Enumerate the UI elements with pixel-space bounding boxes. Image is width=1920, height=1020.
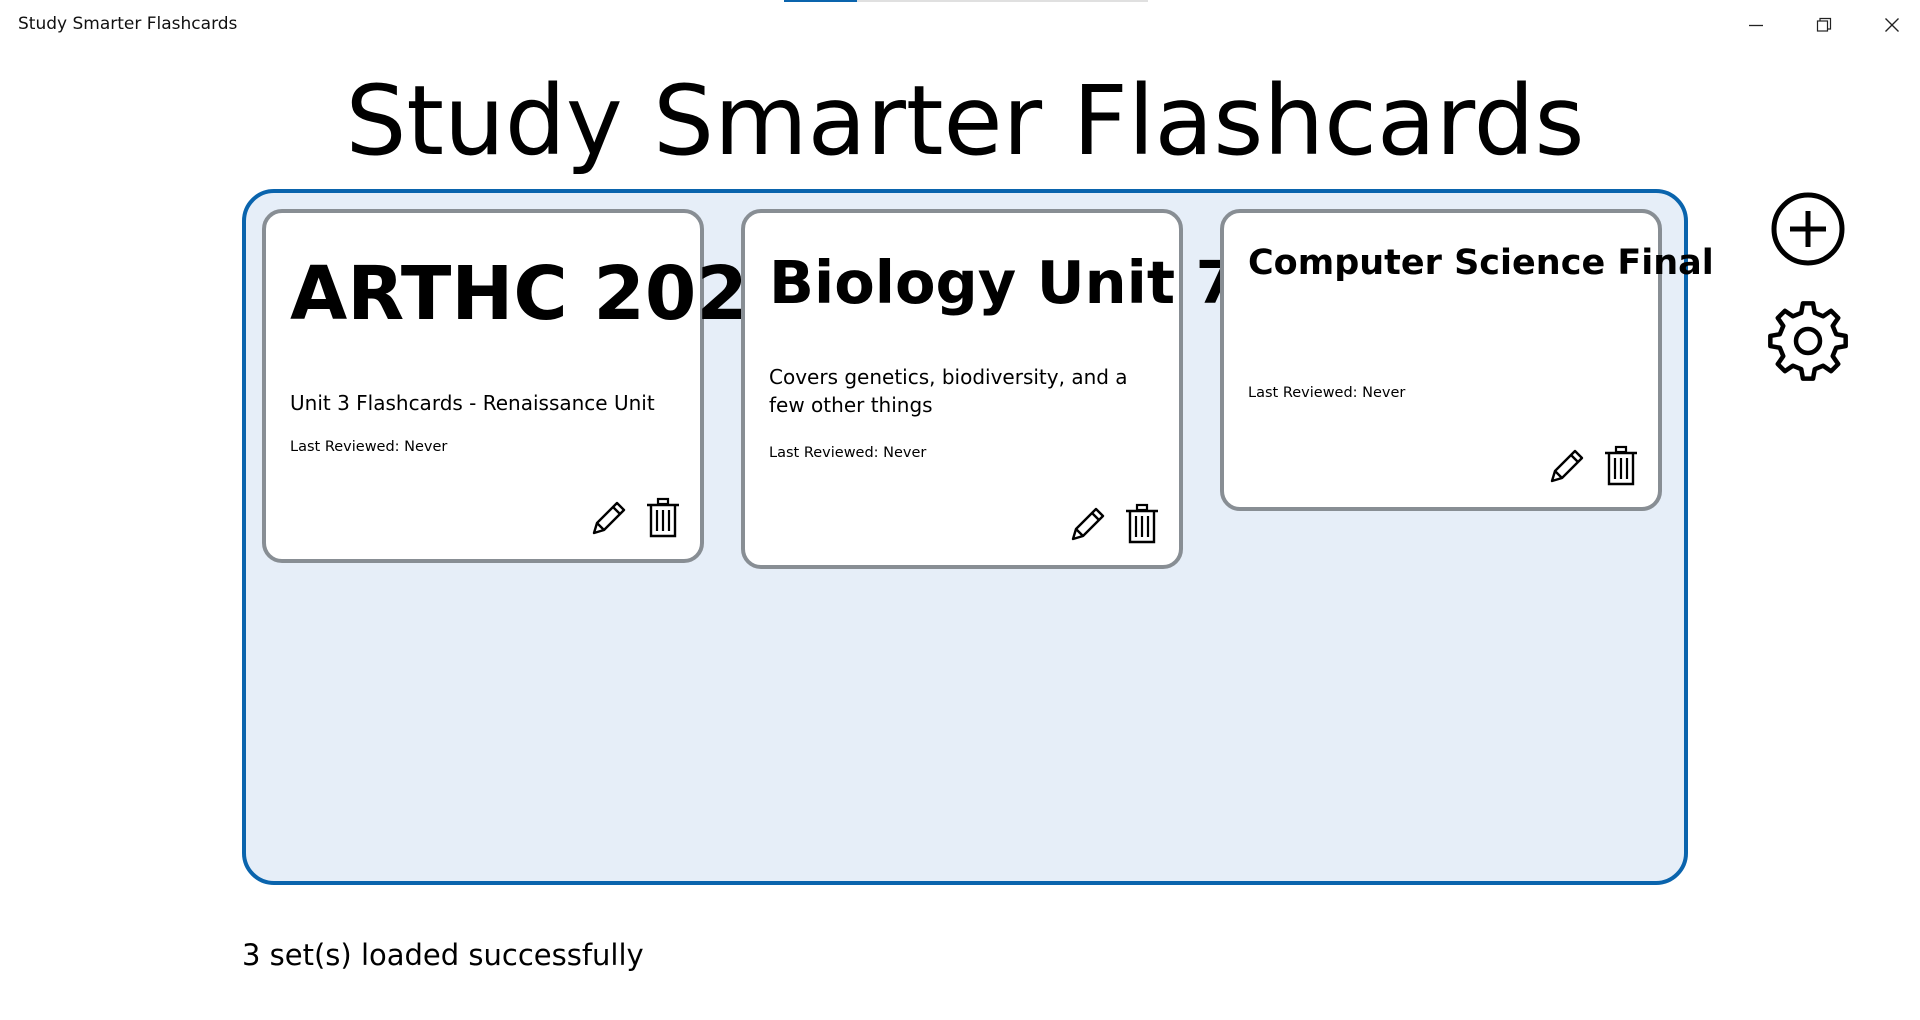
pencil-icon [1550,449,1584,483]
status-message: 3 set(s) loaded successfully [242,938,644,972]
minimize-button[interactable] [1722,0,1790,50]
set-title: Computer Science Final [1248,243,1714,283]
close-icon [1885,18,1899,32]
page-title: Study Smarter Flashcards [345,65,1585,177]
loading-progress-fill [784,0,857,2]
flashcard-set-card[interactable]: ARTHC 202 Unit 3 Flashcards - Renaissanc… [262,209,748,563]
pencil-icon [592,501,626,535]
set-last-reviewed: Last Reviewed: Never [290,439,448,455]
restore-button[interactable] [1790,0,1858,50]
flashcard-sets-panel: ARTHC 202 Unit 3 Flashcards - Renaissanc… [242,189,1714,885]
title-bar: Study Smarter Flashcards [0,0,1920,50]
set-last-reviewed: Last Reviewed: Never [1248,385,1406,401]
add-set-button[interactable] [1770,191,1846,267]
trash-icon [1126,503,1158,544]
pencil-icon [1071,507,1105,541]
set-last-reviewed: Last Reviewed: Never [769,445,927,461]
set-description: Unit 3 Flashcards - Renaissance Unit [290,391,655,415]
flashcard-set-card[interactable]: Computer Science Final Last Reviewed: Ne… [1220,209,1714,511]
settings-button[interactable] [1766,299,1850,383]
set-title: Biology Unit 7 [769,248,1237,317]
close-button[interactable] [1858,0,1920,50]
window-title: Study Smarter Flashcards [18,14,238,34]
gear-icon [1768,301,1848,381]
minimize-icon [1749,24,1763,27]
edit-set-button[interactable] [1067,503,1109,545]
restore-icon [1816,17,1832,32]
loading-progress-bar [784,0,1148,2]
set-description: Covers genetics, biodiversity, and a few… [769,365,1128,417]
trash-icon [647,497,679,538]
delete-set-button[interactable] [642,497,684,539]
delete-set-button[interactable] [1600,445,1642,487]
trash-icon [1605,445,1637,486]
edit-set-button[interactable] [1546,445,1588,487]
flashcard-set-card[interactable]: Biology Unit 7 Covers genetics, biodiver… [741,209,1237,569]
delete-set-button[interactable] [1121,503,1163,545]
edit-set-button[interactable] [588,497,630,539]
add-circle-icon [1771,192,1845,266]
set-title: ARTHC 202 [290,251,748,337]
